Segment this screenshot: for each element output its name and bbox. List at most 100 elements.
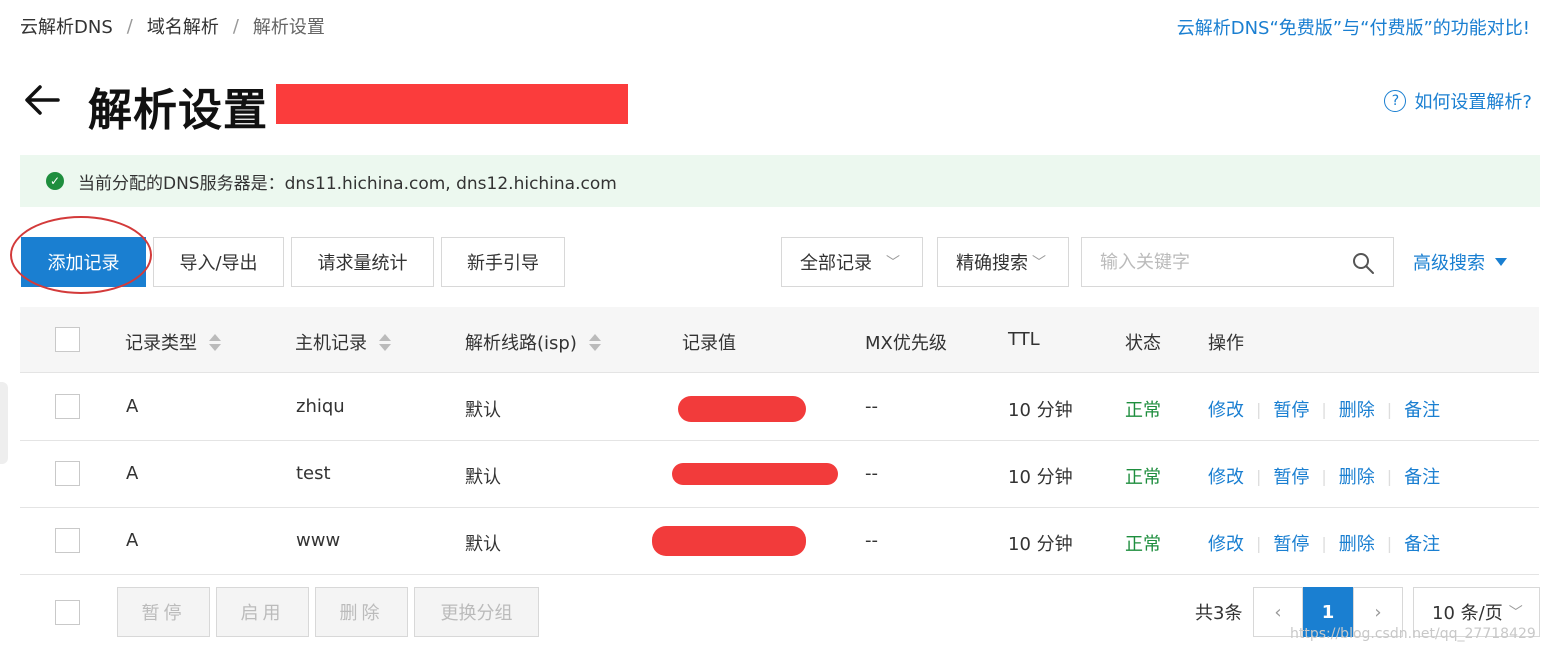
caret-down-icon: [1495, 258, 1507, 266]
row-actions: 修改 | 暂停 | 删除 | 备注: [1208, 463, 1440, 489]
total-count: 共3条: [1195, 603, 1243, 624]
delete-link[interactable]: 删除: [1339, 530, 1375, 556]
delete-link[interactable]: 删除: [1339, 463, 1375, 489]
breadcrumb-separator: /: [126, 15, 133, 37]
row-actions: 修改 | 暂停 | 删除 | 备注: [1208, 396, 1440, 422]
column-header-host[interactable]: 主机记录: [295, 329, 391, 355]
watermark: https://blog.csdn.net/qq_27718429: [1290, 626, 1536, 642]
cell-line: 默认: [465, 400, 501, 421]
page-title: 解析设置: [88, 85, 268, 136]
cell-type: A: [126, 530, 139, 551]
cell-host: test: [296, 463, 331, 484]
pause-link[interactable]: 暂停: [1273, 396, 1309, 422]
page-size-value: 10 条/页: [1432, 603, 1503, 624]
column-header-type[interactable]: 记录类型: [125, 329, 221, 355]
chevron-down-icon: ﹀: [886, 255, 900, 271]
search-mode-value: 精确搜索: [956, 253, 1028, 274]
footer-select-all-checkbox[interactable]: [55, 600, 80, 625]
breadcrumb-domain-resolution[interactable]: 域名解析: [147, 13, 219, 39]
check-circle-icon: ✓: [46, 172, 64, 190]
cell-mx: --: [865, 396, 878, 417]
annotation-circle: [10, 216, 152, 294]
breadcrumb: 云解析DNS / 域名解析 / 解析设置: [20, 13, 325, 39]
sort-icon: [379, 333, 391, 351]
help-link[interactable]: ? 如何设置解析?: [1384, 88, 1532, 114]
note-link[interactable]: 备注: [1404, 396, 1440, 422]
edit-link[interactable]: 修改: [1208, 396, 1244, 422]
row-actions: 修改 | 暂停 | 删除 | 备注: [1208, 530, 1440, 556]
import-export-button[interactable]: 导入/导出: [153, 237, 284, 287]
record-filter-value: 全部记录: [800, 253, 872, 274]
compare-versions-link[interactable]: 云解析DNS“免费版”与“付费版”的功能对比!: [1177, 14, 1530, 40]
cell-status: 正常: [1125, 534, 1161, 555]
table-row: A www 默认 -- 10 分钟 正常 修改 | 暂停 | 删除 | 备注: [20, 508, 1539, 575]
search-mode-select[interactable]: 精确搜索 ﹀: [937, 237, 1069, 287]
chevron-down-icon: ﹀: [1508, 605, 1523, 621]
cell-line: 默认: [465, 534, 501, 555]
column-header-value: 记录值: [682, 333, 736, 354]
edit-link[interactable]: 修改: [1208, 463, 1244, 489]
search-input[interactable]: [1100, 251, 1340, 273]
column-header-ttl: TTL: [1008, 329, 1040, 350]
cell-ttl: 10 分钟: [1008, 467, 1073, 488]
cell-mx: --: [865, 530, 878, 551]
redacted-record-value: [672, 463, 838, 485]
chevron-down-icon: ﹀: [1032, 255, 1046, 271]
table-header: 记录类型 主机记录 解析线路(isp) 记录值 MX优先级 TTL 状态 操作: [20, 307, 1539, 373]
note-link[interactable]: 备注: [1404, 530, 1440, 556]
change-group-button[interactable]: 更换分组: [414, 587, 539, 637]
back-arrow-icon[interactable]: [22, 80, 62, 120]
help-link-label: 如何设置解析?: [1414, 92, 1532, 113]
redacted-record-value: [678, 396, 806, 422]
column-header-ops: 操作: [1208, 333, 1244, 354]
cell-type: A: [126, 463, 139, 484]
alert-text: 当前分配的DNS服务器是：dns11.hichina.com, dns12.hi…: [78, 173, 617, 194]
column-header-mx: MX优先级: [865, 333, 947, 354]
cell-status: 正常: [1125, 400, 1161, 421]
cell-host: www: [296, 530, 341, 551]
row-checkbox[interactable]: [55, 461, 80, 486]
request-stats-button[interactable]: 请求量统计: [291, 237, 434, 287]
column-header-line[interactable]: 解析线路(isp): [465, 329, 601, 355]
breadcrumb-dns[interactable]: 云解析DNS: [20, 13, 113, 39]
column-header-label: 解析线路(isp): [465, 333, 577, 354]
bulk-pause-button[interactable]: 暂停: [117, 587, 210, 637]
row-checkbox[interactable]: [55, 528, 80, 553]
breadcrumb-separator: /: [232, 15, 239, 37]
sort-icon: [588, 333, 601, 351]
redacted-record-value: [652, 526, 806, 556]
advanced-search-toggle[interactable]: 高级搜索: [1413, 249, 1507, 275]
pause-link[interactable]: 暂停: [1273, 530, 1309, 556]
question-icon: ?: [1384, 90, 1407, 112]
delete-link[interactable]: 删除: [1339, 396, 1375, 422]
cell-line: 默认: [465, 467, 501, 488]
edit-link[interactable]: 修改: [1208, 530, 1244, 556]
advanced-search-label: 高级搜索: [1413, 253, 1485, 274]
dns-server-alert: ✓ 当前分配的DNS服务器是：dns11.hichina.com, dns12.…: [20, 155, 1540, 207]
guide-button[interactable]: 新手引导: [441, 237, 565, 287]
column-header-status: 状态: [1125, 333, 1161, 354]
sort-icon: [209, 333, 221, 351]
table-row: A test 默认 -- 10 分钟 正常 修改 | 暂停 | 删除 | 备注: [20, 441, 1539, 508]
search-box: [1081, 237, 1394, 287]
column-header-label: 记录类型: [125, 333, 197, 354]
cell-mx: --: [865, 463, 878, 484]
cell-ttl: 10 分钟: [1008, 400, 1073, 421]
record-filter-select[interactable]: 全部记录 ﹀: [781, 237, 923, 287]
column-header-label: 主机记录: [295, 333, 367, 354]
side-tab[interactable]: [0, 382, 8, 464]
cell-status: 正常: [1125, 467, 1161, 488]
cell-ttl: 10 分钟: [1008, 534, 1073, 555]
pause-link[interactable]: 暂停: [1273, 463, 1309, 489]
bulk-enable-button[interactable]: 启用: [216, 587, 309, 637]
bulk-delete-button[interactable]: 删除: [315, 587, 408, 637]
select-all-checkbox[interactable]: [55, 327, 80, 352]
cell-type: A: [126, 396, 139, 417]
table-row: A zhiqu 默认 -- 10 分钟 正常 修改 | 暂停 | 删除 | 备注: [20, 374, 1539, 441]
cell-host: zhiqu: [296, 396, 345, 417]
redacted-domain: [276, 84, 628, 124]
search-icon[interactable]: [1351, 251, 1375, 275]
row-checkbox[interactable]: [55, 394, 80, 419]
breadcrumb-current: 解析设置: [252, 17, 325, 38]
note-link[interactable]: 备注: [1404, 463, 1440, 489]
